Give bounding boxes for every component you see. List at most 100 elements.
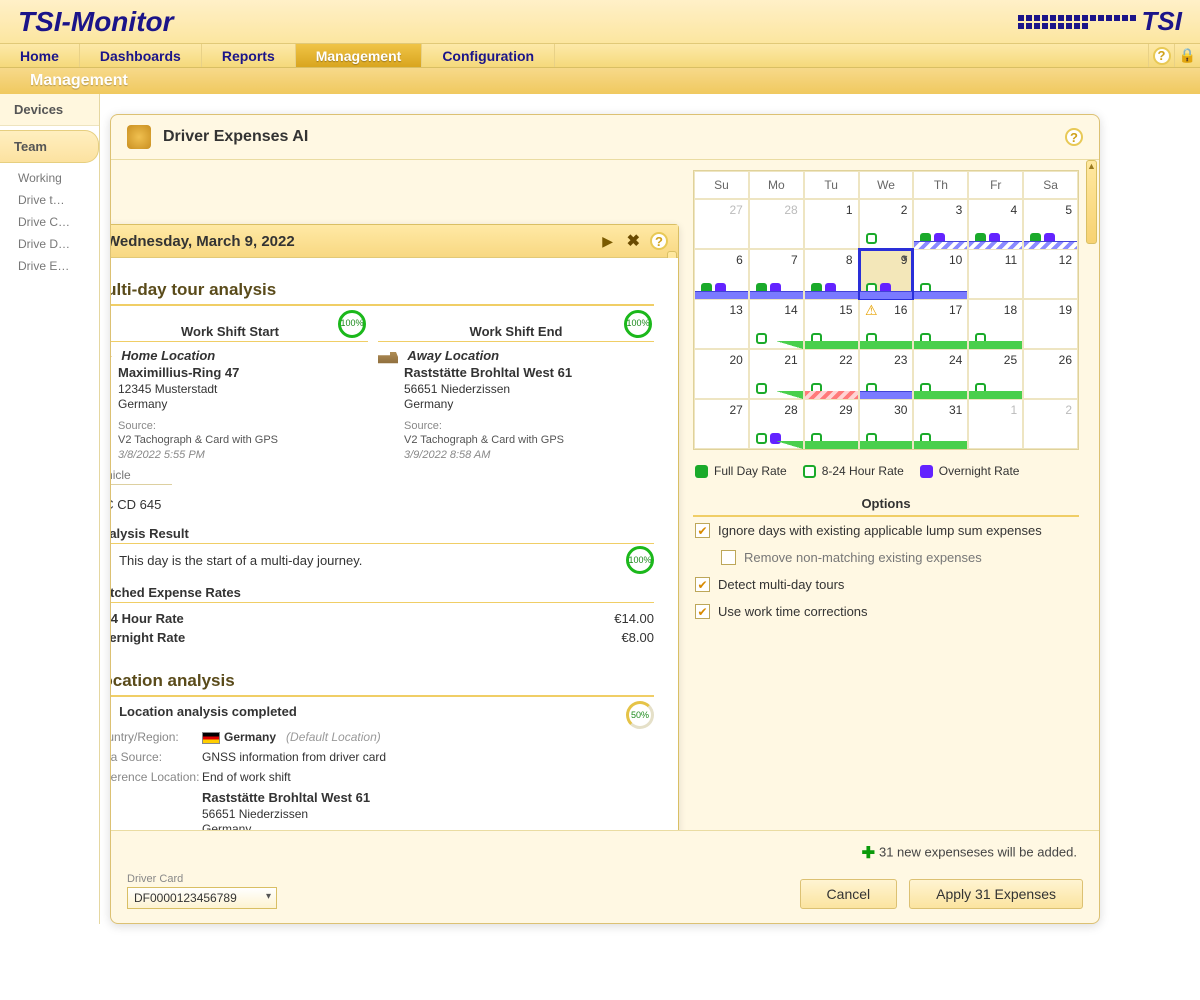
calendar-day[interactable]: 1	[968, 399, 1023, 449]
calendar: SuMoTuWeThFrSa 2728123456789101112131415…	[693, 170, 1079, 450]
warning-icon	[864, 304, 878, 316]
detail-date-title: Wednesday, March 9, 2022	[111, 233, 589, 250]
sidebar: Devices Team Working Drive t… Drive C… D…	[0, 94, 100, 924]
confidence-ring: 50%	[626, 701, 654, 729]
calendar-day[interactable]: 10	[913, 249, 968, 299]
calendar-dow: We	[859, 171, 914, 199]
calendar-dow: Th	[913, 171, 968, 199]
nav-configuration[interactable]: Configuration	[422, 44, 555, 67]
section-location: Location analysis	[111, 671, 654, 697]
calendar-day[interactable]: 25	[968, 349, 1023, 399]
checkbox-icon[interactable]	[695, 604, 710, 619]
sub-header: Management	[0, 68, 1200, 94]
confidence-ring: 100%	[338, 310, 366, 338]
calendar-day[interactable]: 1	[804, 199, 859, 249]
calendar-day[interactable]: 18	[968, 299, 1023, 349]
calendar-day[interactable]: 11	[968, 249, 1023, 299]
ai-icon	[127, 125, 151, 149]
calendar-day[interactable]: 20	[694, 349, 749, 399]
nav-reports[interactable]: Reports	[202, 44, 296, 67]
confidence-ring: 100%	[626, 546, 654, 574]
calendar-day[interactable]: 27	[694, 199, 749, 249]
calendar-day[interactable]: 13	[694, 299, 749, 349]
plus-icon: ✚	[862, 845, 875, 862]
section-multiday: Multi-day tour analysis	[111, 280, 654, 306]
options-header: Options	[693, 492, 1079, 517]
calendar-dow: Fr	[968, 171, 1023, 199]
driver-expenses-dialog: Driver Expenses AI ? Sum Expenses Full D…	[110, 114, 1100, 924]
calendar-day[interactable]: 17	[913, 299, 968, 349]
calendar-day[interactable]: 31	[913, 399, 968, 449]
calendar-day[interactable]: 7	[749, 249, 804, 299]
top-bar: TSI-Monitor TSI	[0, 0, 1200, 44]
confidence-ring: 100%	[624, 310, 652, 338]
truck-icon	[378, 349, 398, 365]
close-icon[interactable]: ✖	[627, 231, 640, 251]
calendar-day[interactable]: 22	[804, 349, 859, 399]
calendar-day[interactable]: 9	[859, 249, 914, 299]
nav-home[interactable]: Home	[0, 44, 80, 67]
dialog-title: Driver Expenses AI	[163, 128, 1053, 146]
calendar-legend: Full Day Rate 8-24 Hour Rate Overnight R…	[695, 464, 1077, 478]
calendar-day[interactable]: 14	[749, 299, 804, 349]
calendar-day[interactable]: 27	[694, 399, 749, 449]
sidebar-tab-devices[interactable]: Devices	[0, 94, 99, 126]
resize-handle-icon[interactable]	[1086, 160, 1097, 244]
calendar-day[interactable]: 29	[804, 399, 859, 449]
calendar-day[interactable]: 4	[968, 199, 1023, 249]
driver-card-select[interactable]: DF0000123456789	[127, 887, 277, 909]
calendar-dow: Su	[694, 171, 749, 199]
calendar-day[interactable]: 21	[749, 349, 804, 399]
sidebar-sub[interactable]: Working	[0, 167, 99, 189]
calendar-day[interactable]: 28	[749, 199, 804, 249]
calendar-day[interactable]: 26	[1023, 349, 1078, 399]
right-pane: SuMoTuWeThFrSa 2728123456789101112131415…	[689, 160, 1099, 830]
next-day-icon[interactable]: ▶	[599, 233, 617, 250]
driver-card-label: Driver Card	[127, 873, 277, 885]
option-remove-nonmatching[interactable]: Remove non-matching existing expenses	[693, 544, 1079, 571]
sidebar-sub[interactable]: Drive C…	[0, 211, 99, 233]
sidebar-sub[interactable]: Drive E…	[0, 255, 99, 277]
apply-button[interactable]: Apply 31 Expenses	[909, 879, 1083, 909]
calendar-day[interactable]: 3	[913, 199, 968, 249]
calendar-day[interactable]: 30	[859, 399, 914, 449]
calendar-day[interactable]: 5	[1023, 199, 1078, 249]
lock-icon[interactable]: 🔒	[1174, 44, 1200, 67]
calendar-dow: Mo	[749, 171, 804, 199]
option-ignore-existing[interactable]: Ignore days with existing applicable lum…	[693, 517, 1079, 544]
calendar-day[interactable]: 2	[1023, 399, 1078, 449]
checkbox-icon[interactable]	[695, 577, 710, 592]
cancel-button[interactable]: Cancel	[800, 879, 898, 909]
calendar-day[interactable]: 15	[804, 299, 859, 349]
main-nav: Home Dashboards Reports Management Confi…	[0, 44, 1200, 68]
calendar-day[interactable]: 6	[694, 249, 749, 299]
summary-note: ✚31 new expenseses will be added.	[127, 839, 1083, 873]
calendar-day[interactable]: 8	[804, 249, 859, 299]
option-worktime-corrections[interactable]: Use work time corrections	[693, 598, 1079, 625]
calendar-day[interactable]: 16	[859, 299, 914, 349]
home-icon	[111, 349, 112, 365]
calendar-day[interactable]: 28	[749, 399, 804, 449]
help-icon[interactable]: ?	[1148, 44, 1174, 67]
calendar-dow: Tu	[804, 171, 859, 199]
sidebar-tab-team[interactable]: Team	[0, 130, 99, 163]
company-logo: TSI	[982, 0, 1182, 44]
calendar-day[interactable]: 2	[859, 199, 914, 249]
dialog-help-icon[interactable]: ?	[1065, 128, 1083, 146]
calendar-day[interactable]: 12	[1023, 249, 1078, 299]
detail-help-icon[interactable]: ?	[650, 232, 668, 250]
checkbox-icon[interactable]	[721, 550, 736, 565]
nav-dashboards[interactable]: Dashboards	[80, 44, 202, 67]
day-detail-popup: ◀ Wednesday, March 9, 2022 ▶ ✖ ? Multi-d…	[111, 224, 679, 830]
sidebar-sub[interactable]: Drive D…	[0, 233, 99, 255]
calendar-day[interactable]: 23	[859, 349, 914, 399]
nav-management[interactable]: Management	[296, 44, 423, 67]
calendar-day[interactable]: 19	[1023, 299, 1078, 349]
app-logo: TSI-Monitor	[18, 6, 982, 38]
calendar-dow: Sa	[1023, 171, 1078, 199]
checkbox-icon[interactable]	[695, 523, 710, 538]
option-detect-multiday[interactable]: Detect multi-day tours	[693, 571, 1079, 598]
sidebar-sub[interactable]: Drive t…	[0, 189, 99, 211]
calendar-day[interactable]: 24	[913, 349, 968, 399]
flag-de-icon	[202, 732, 220, 744]
